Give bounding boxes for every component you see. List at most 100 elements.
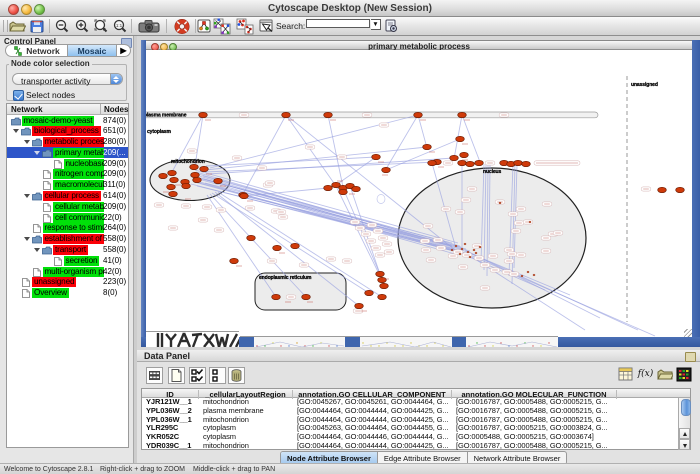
network-node[interactable] — [240, 193, 249, 198]
scrollbar-thumb[interactable] — [681, 399, 691, 416]
network-edge[interactable] — [286, 115, 336, 186]
zoom-out-icon[interactable] — [54, 18, 70, 35]
network-edge[interactable] — [386, 139, 460, 170]
network-node[interactable] — [466, 161, 475, 166]
network-node[interactable] — [230, 258, 239, 263]
network-node[interactable] — [159, 173, 168, 178]
background-window-sliver[interactable] — [240, 336, 345, 347]
delete-attribute-icon[interactable] — [189, 367, 206, 384]
network-node[interactable] — [193, 177, 202, 182]
zoom-actual-icon[interactable]: 1:1 — [112, 18, 128, 35]
network-node[interactable] — [423, 144, 432, 149]
scrollbar-up-arrow[interactable] — [679, 428, 690, 439]
background-window-sliver[interactable] — [452, 336, 558, 347]
network-node[interactable] — [200, 166, 209, 171]
tree-row[interactable]: transport558(0) — [7, 245, 128, 256]
small-network-node[interactable] — [464, 243, 466, 245]
network-node[interactable] — [282, 112, 291, 117]
heatmap-icon[interactable] — [676, 367, 693, 384]
tree-row[interactable]: secretion41(0) — [7, 255, 128, 266]
network-node[interactable] — [190, 164, 199, 169]
network-node[interactable] — [339, 189, 348, 194]
tree-expand-arrow-icon[interactable] — [34, 248, 40, 252]
small-network-node[interactable] — [459, 253, 461, 255]
table-row[interactable]: YDR039C__1mitochondrion[GO:0044464, GO:0… — [142, 442, 690, 451]
network-node[interactable] — [365, 290, 374, 295]
small-network-node[interactable] — [475, 252, 477, 254]
data-panel-titlebar[interactable]: Data Panel — [137, 350, 700, 362]
attribute-list-icon[interactable] — [209, 367, 226, 384]
tree-row[interactable]: Overview8(0) — [7, 288, 128, 299]
table-row[interactable]: YKR052Ccytoplasm[GO:0044464, GO:0044446,… — [142, 433, 690, 442]
window-resize-grip[interactable] — [684, 329, 692, 337]
help-lifering-icon[interactable] — [172, 18, 192, 35]
small-network-node[interactable] — [473, 249, 475, 251]
network-node[interactable] — [522, 161, 531, 166]
new-attribute-icon[interactable] — [168, 367, 185, 384]
network-node[interactable] — [182, 183, 191, 188]
delete-row-icon[interactable] — [228, 367, 245, 384]
background-window-sliver[interactable] — [345, 336, 452, 347]
tree-row[interactable]: response to stimul264(0) — [7, 223, 128, 234]
small-network-node[interactable] — [467, 251, 469, 253]
show-graphics-details-icon[interactable] — [259, 18, 275, 35]
network-node[interactable] — [458, 160, 467, 165]
network-node[interactable] — [352, 186, 361, 191]
network-node[interactable] — [170, 177, 179, 182]
tree-expand-arrow-icon[interactable] — [34, 151, 40, 155]
network-node[interactable] — [450, 155, 459, 160]
network-node[interactable] — [658, 187, 667, 192]
small-network-node[interactable] — [461, 248, 463, 250]
small-network-node[interactable] — [529, 221, 531, 223]
small-network-node[interactable] — [521, 275, 523, 277]
data-panel-float-icon[interactable] — [685, 352, 696, 362]
network-node[interactable] — [475, 160, 484, 165]
small-network-node[interactable] — [533, 274, 535, 276]
search-input[interactable] — [306, 19, 370, 28]
tree-row[interactable]: nucleobase-209(0) — [7, 158, 128, 169]
node-color-combo[interactable]: transporter activity — [12, 73, 123, 85]
tree-row[interactable]: cell communicat22(0) — [7, 212, 128, 223]
formula-icon[interactable]: f(x) — [637, 367, 654, 384]
tree-row[interactable]: cellular metabo209(0) — [7, 201, 128, 212]
network-node[interactable] — [428, 160, 437, 165]
network-node[interactable] — [167, 184, 176, 189]
annotation-icon[interactable] — [197, 18, 212, 35]
network-node[interactable] — [382, 167, 391, 172]
network-edge[interactable] — [243, 115, 286, 194]
snapshot-camera-icon[interactable] — [138, 18, 161, 35]
tree-row[interactable]: multi-organism pro42(0) — [7, 266, 128, 277]
matrix-icon[interactable] — [618, 367, 635, 384]
network-edge[interactable] — [328, 115, 343, 187]
zoom-selected-icon[interactable] — [93, 18, 109, 35]
table-vertical-scrollbar[interactable] — [678, 398, 690, 450]
network-node[interactable] — [247, 235, 256, 240]
tree-expand-arrow-icon[interactable] — [13, 129, 19, 133]
open-folder-icon[interactable] — [8, 18, 26, 35]
network-node[interactable] — [514, 160, 523, 165]
small-network-node[interactable] — [451, 249, 453, 251]
network-node[interactable] — [376, 271, 385, 276]
network-node[interactable] — [199, 112, 208, 117]
zoom-in-icon[interactable] — [74, 18, 90, 35]
scrollbar-down-arrow[interactable] — [679, 439, 690, 450]
attribute-select-icon[interactable] — [146, 367, 163, 384]
small-network-node[interactable] — [455, 245, 457, 247]
network-node[interactable] — [214, 178, 223, 183]
tree-row[interactable]: establishment of lo558(0) — [7, 234, 128, 245]
search-dropdown-arrow[interactable]: ▼ — [371, 19, 381, 30]
network-node[interactable] — [291, 243, 300, 248]
tree-expand-arrow-icon[interactable] — [24, 194, 30, 198]
network-node[interactable] — [355, 303, 364, 308]
network-node[interactable] — [676, 187, 685, 192]
network-node[interactable] — [460, 152, 469, 157]
network-difference-icon[interactable] — [236, 18, 255, 35]
tree-row[interactable]: nitrogen compo209(0) — [7, 169, 128, 180]
network-node[interactable] — [372, 154, 381, 159]
table-row[interactable]: YJR121W__1mitochondrion[GO:0045267, GO:0… — [142, 398, 690, 407]
network-node[interactable] — [378, 277, 387, 282]
tree-row[interactable]: macromolecule311(0) — [7, 180, 128, 191]
network-node[interactable] — [191, 172, 200, 177]
more-tabs-button[interactable]: ▶ — [117, 45, 130, 56]
background-window-sliver[interactable] — [146, 331, 239, 347]
